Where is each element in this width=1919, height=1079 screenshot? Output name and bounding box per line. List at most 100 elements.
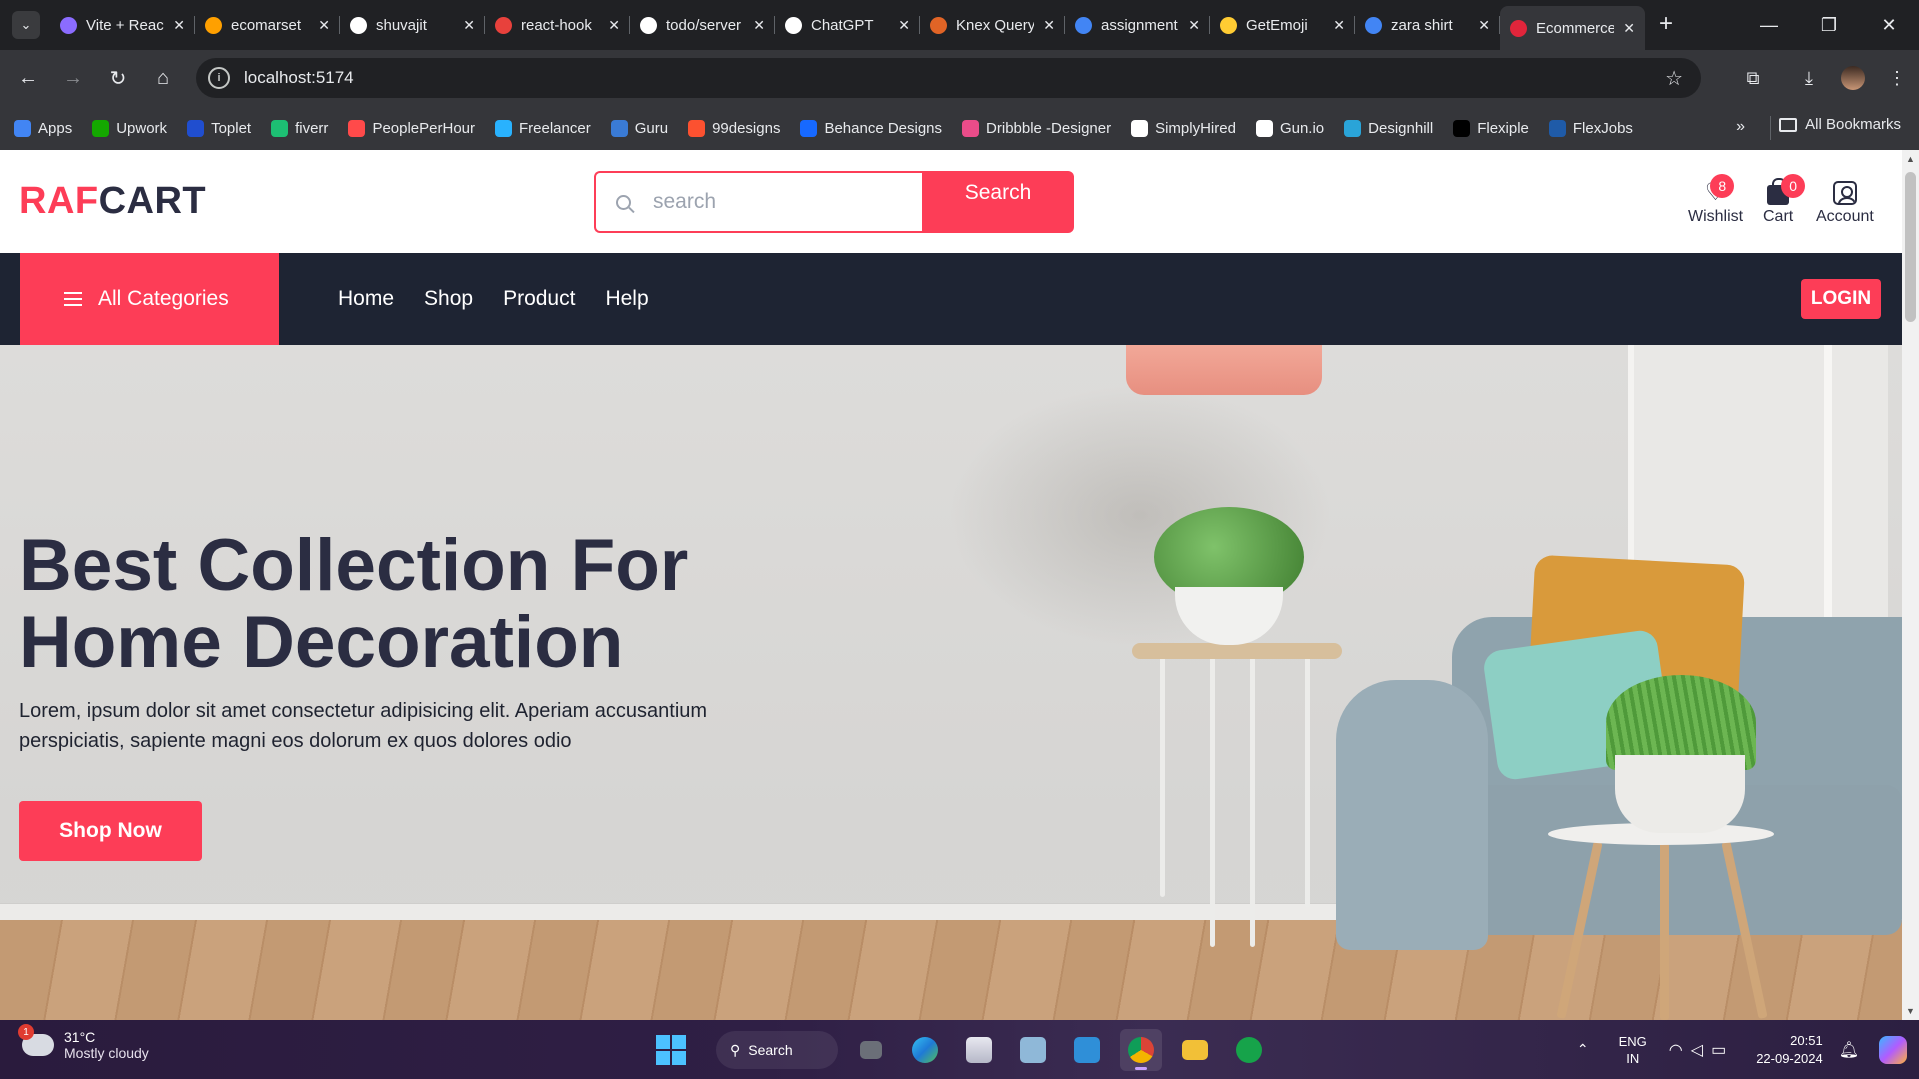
tab-search-button[interactable]: ⌄ [12,11,40,39]
nav-shop[interactable]: Shop [424,287,473,311]
close-tab-icon[interactable]: ✕ [1043,17,1055,34]
close-tab-icon[interactable]: ✕ [463,17,475,34]
extensions-icon[interactable]: ⧉ [1731,68,1775,89]
logo-part-2: CART [98,180,207,222]
account-link[interactable]: Account [1816,178,1874,226]
bookmark-item[interactable]: 99designs [688,119,780,137]
store-icon[interactable] [958,1029,1000,1071]
all-categories-button[interactable]: All Categories [20,253,279,345]
close-tab-icon[interactable]: ✕ [318,17,330,34]
browser-tab[interactable]: Vite + React ✕ [50,7,195,43]
search-button[interactable]: Search [922,171,1074,233]
bookmark-item[interactable]: Designhill [1344,119,1433,137]
site-logo[interactable]: RAFCART [19,180,206,223]
copilot-icon[interactable] [1879,1035,1907,1064]
scroll-up-icon[interactable]: ▲ [1906,154,1915,164]
edge-icon[interactable] [904,1029,946,1071]
bookmark-label: Upwork [116,119,168,137]
address-url[interactable]: localhost:5174 [244,68,354,88]
profile-avatar[interactable] [1841,66,1865,90]
browser-tab[interactable]: zara shirt ✕ [1355,7,1500,43]
bookmark-item[interactable]: Dribbble -Designer [962,119,1111,137]
shop-now-button[interactable]: Shop Now [19,801,202,861]
bookmark-item[interactable]: Behance Designs [800,119,942,137]
nav-home[interactable]: Home [338,287,394,311]
tab-title: Ecommerce [1536,19,1615,37]
language-indicator[interactable]: ENG IN [1619,1033,1647,1067]
restore-icon[interactable]: ❐ [1799,0,1859,50]
hero-title-line-2: Home Decoration [19,602,624,683]
scroll-thumb[interactable] [1905,172,1916,322]
download-icon[interactable]: ⤓ [1787,68,1831,89]
browser-tab[interactable]: ecomarset ✕ [195,7,340,43]
wishlist-count-badge: 8 [1710,174,1735,198]
bookmark-item[interactable]: Upwork [92,119,168,137]
bookmark-item[interactable]: Apps [14,119,72,137]
close-tab-icon[interactable]: ✕ [1333,17,1345,34]
page-scrollbar[interactable]: ▲ ▼ [1902,150,1919,1020]
network-volume-battery-icons[interactable]: ◠◁▭ [1669,1040,1734,1060]
cart-link[interactable]: 0 Cart [1763,174,1806,226]
close-tab-icon[interactable]: ✕ [898,17,910,34]
close-tab-icon[interactable]: ✕ [1478,17,1490,34]
nav-product[interactable]: Product [503,287,575,311]
login-button[interactable]: LOGIN [1801,279,1881,319]
notification-bell-icon[interactable]: 🔔︎ [1839,1040,1859,1060]
close-tab-icon[interactable]: ✕ [1188,17,1200,34]
wishlist-link[interactable]: ♡8 Wishlist [1688,174,1743,226]
tray-overflow-icon[interactable]: ⌃ [1577,1041,1589,1058]
reload-icon[interactable]: ↻ [98,58,138,98]
bookmark-item[interactable]: Toplet [187,119,251,137]
bookmark-item[interactable]: FlexJobs [1548,119,1633,137]
home-icon[interactable]: ⌂ [143,58,183,98]
taskbar-search[interactable]: ⚲ Search [716,1031,838,1069]
back-icon[interactable]: ← [8,58,48,98]
bookmark-label: Freelancer [519,119,591,137]
browser-tab[interactable]: todo/server ✕ [630,7,775,43]
browser-tab[interactable]: shuvajit ✕ [340,7,485,43]
browser-tab[interactable]: ChatGPT ✕ [775,7,920,43]
close-tab-icon[interactable]: ✕ [173,17,185,34]
bookmark-star-icon[interactable]: ☆ [1665,66,1683,91]
chrome-icon[interactable] [1120,1029,1162,1071]
vscode-icon[interactable] [1066,1029,1108,1071]
clock[interactable]: 20:51 22-09-2024 [1756,1032,1823,1068]
bookmark-label: PeoplePerHour [372,119,475,137]
browser-tab[interactable]: assignment ✕ [1065,7,1210,43]
guru-icon [610,119,628,137]
browser-tab[interactable]: Knex Query ✕ [920,7,1065,43]
weather-widget[interactable]: 1 31°C Mostly cloudy [18,1024,149,1061]
site-info-icon[interactable]: i [208,67,230,89]
menu-dots-icon[interactable]: ⋮ [1875,68,1919,89]
file-explorer-icon[interactable] [1174,1029,1216,1071]
xbox-icon[interactable] [1228,1029,1270,1071]
address-bar[interactable]: i localhost:5174 ☆ [196,58,1701,98]
bookmarks-bar: Apps Upwork Toplet fiverr PeoplePerHour Freel… [0,106,1919,150]
bookmark-item[interactable]: Guru [610,119,668,137]
close-tab-icon[interactable]: ✕ [1623,20,1635,37]
browser-tab[interactable]: GetEmoji ✕ [1210,7,1355,43]
close-tab-icon[interactable]: ✕ [753,17,765,34]
bookmark-item[interactable]: Freelancer [495,119,591,137]
bookmark-item[interactable]: SimplyHired [1131,119,1236,137]
scroll-down-icon[interactable]: ▼ [1906,1006,1915,1016]
close-window-icon[interactable]: ✕ [1859,0,1919,50]
bookmark-item[interactable]: fiverr [271,119,328,137]
bookmark-item[interactable]: PeoplePerHour [348,119,475,137]
cloud-icon: 1 [18,1024,54,1056]
all-bookmarks-button[interactable]: All Bookmarks [1779,116,1901,133]
bookmark-item[interactable]: Flexiple [1453,119,1529,137]
forward-icon[interactable]: → [53,58,93,98]
minimize-icon[interactable]: — [1739,0,1799,50]
photos-icon[interactable] [1012,1029,1054,1071]
nav-help[interactable]: Help [605,287,648,311]
bookmark-item[interactable]: Gun.io [1255,119,1324,137]
more-bookmarks-icon[interactable]: » [1736,118,1745,136]
browser-tab[interactable]: Ecommerce ✕ [1500,6,1645,50]
task-view-icon[interactable] [850,1029,892,1071]
close-tab-icon[interactable]: ✕ [608,17,620,34]
windows-start-icon[interactable] [656,1035,686,1065]
search-input[interactable]: search [594,171,922,233]
new-tab-button[interactable]: + [1659,10,1673,38]
browser-tab[interactable]: react-hook ✕ [485,7,630,43]
